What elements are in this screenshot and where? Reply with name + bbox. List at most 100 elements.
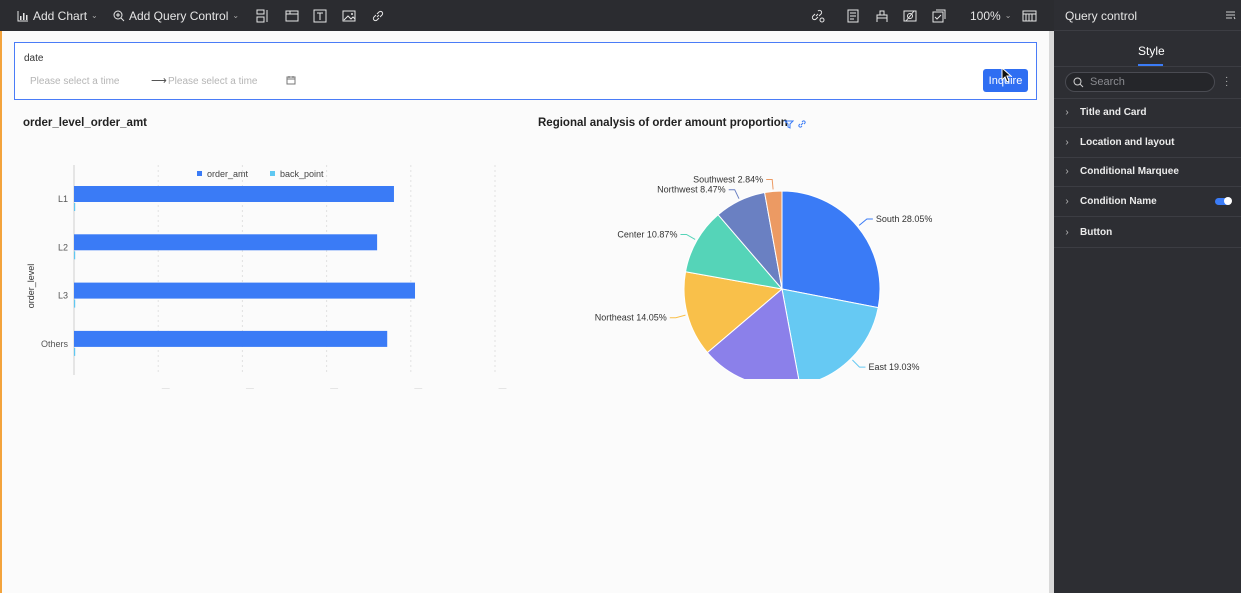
x-tick-label: 400万 — [399, 388, 423, 389]
legend-swatch — [197, 171, 202, 176]
bar-order-amt — [74, 234, 378, 251]
pie-leader-line — [852, 359, 866, 368]
legend-label: order_amt — [207, 169, 249, 179]
canvas-left-border — [0, 31, 2, 593]
x-tick-label: 500万 — [483, 388, 507, 389]
section-title-and-card[interactable]: › Title and Card — [1054, 98, 1241, 128]
query-field-label: date — [24, 53, 44, 64]
chevron-down-icon: ⌄ — [91, 11, 98, 20]
condition-name-toggle[interactable] — [1215, 197, 1232, 205]
pie-slice-label: South 28.05% — [876, 214, 933, 224]
image-tool-button[interactable] — [342, 0, 356, 31]
section-label: Title and Card — [1080, 107, 1147, 118]
keyboard-button[interactable] — [1022, 0, 1037, 31]
hide-button[interactable] — [903, 0, 917, 31]
filter-icon[interactable] — [784, 119, 794, 129]
tab-icon — [285, 10, 299, 21]
chevron-right-icon: › — [1065, 227, 1069, 238]
x-tick-label: 200万 — [230, 388, 254, 389]
calendar-icon[interactable] — [286, 75, 296, 85]
checkbox-icon — [932, 9, 946, 22]
document-icon — [847, 9, 859, 22]
panel-search-input[interactable]: Search — [1065, 72, 1215, 92]
section-conditional-marquee[interactable]: › Conditional Marquee — [1054, 157, 1241, 187]
y-axis-title: order_level — [26, 264, 36, 309]
start-time-input[interactable]: Please select a time — [30, 76, 120, 87]
section-condition-name[interactable]: › Condition Name — [1054, 187, 1241, 217]
report-button[interactable] — [846, 0, 860, 31]
collapse-panel-icon[interactable] — [1225, 11, 1236, 21]
y-tick-label: Others — [41, 339, 69, 349]
search-icon — [1073, 77, 1084, 87]
pie-slice-label: Northwest 8.47% — [657, 185, 726, 195]
section-button[interactable]: › Button — [1054, 218, 1241, 248]
bar-back-point — [74, 347, 76, 356]
check-button[interactable] — [932, 0, 946, 31]
zoom-select[interactable]: 100% ⌄ — [970, 0, 1011, 31]
divider — [1054, 66, 1241, 67]
bar-order-amt — [74, 330, 388, 347]
pie-slice-label: East 19.03% — [868, 362, 919, 372]
link-icon[interactable] — [797, 119, 807, 129]
bar-back-point — [74, 203, 76, 211]
bar-order-amt — [74, 186, 394, 202]
text-tool-button[interactable] — [313, 0, 327, 31]
chevron-down-icon: ⌄ — [1004, 11, 1012, 20]
top-toolbar: Add Chart ⌄ Add Query Control ⌄ 100% ⌄ — [0, 0, 1054, 31]
bar-order-amt — [74, 282, 416, 299]
add-chart-button[interactable]: Add Chart ⌄ — [17, 0, 98, 31]
pie-leader-line — [728, 189, 740, 199]
layout-icon — [256, 9, 268, 22]
pie-leader-line — [669, 314, 686, 319]
x-tick-label: 300万 — [315, 388, 339, 389]
x-tick-label: 0 — [71, 388, 76, 389]
add-query-control-label: Add Query Control — [129, 8, 229, 23]
linkage-button[interactable] — [811, 0, 825, 31]
eye-off-icon — [903, 10, 917, 21]
image-icon — [342, 10, 356, 21]
link-icon — [372, 10, 384, 21]
pie-chart-title: Regional analysis of order amount propor… — [538, 117, 788, 129]
side-panel: Query control Style Search · · · › Title an… — [1054, 0, 1241, 593]
more-options-icon[interactable]: · · · — [1225, 73, 1228, 91]
keyboard-icon — [1022, 10, 1037, 21]
pie-leader-line — [680, 233, 696, 240]
bar-chart-title: order_level_order_amt — [23, 117, 148, 129]
tab-style[interactable]: Style — [1138, 44, 1165, 58]
pie-leader-line — [858, 218, 873, 226]
legend-label: back_point — [280, 169, 324, 179]
pie-slice-label: Southwest 2.84% — [693, 174, 763, 184]
pie-chart: South 28.05%East 19.03%North 16.69%North… — [595, 174, 933, 379]
theme-button[interactable] — [875, 0, 889, 31]
arrow-right-icon: ⟶ — [151, 75, 167, 87]
add-chart-label: Add Chart — [33, 8, 88, 23]
pie-slice-label: Northeast 14.05% — [595, 313, 667, 323]
link-tool-button[interactable] — [371, 0, 385, 31]
search-plus-icon — [113, 10, 125, 21]
chevron-down-icon: ⌄ — [232, 11, 240, 20]
chevron-right-icon: › — [1065, 196, 1069, 207]
y-tick-label: L3 — [58, 291, 68, 301]
section-location-and-layout[interactable]: › Location and layout — [1054, 128, 1241, 158]
add-query-control-button[interactable]: Add Query Control ⌄ — [113, 0, 239, 31]
section-label: Location and layout — [1080, 137, 1175, 148]
text-icon — [313, 9, 327, 22]
section-label: Button — [1080, 227, 1113, 238]
link-settings-icon — [811, 9, 825, 22]
tab-tool-button[interactable] — [285, 0, 299, 31]
y-tick-label: L1 — [58, 194, 68, 204]
end-time-input[interactable]: Please select a time — [168, 76, 258, 87]
divider — [1054, 30, 1241, 31]
pie-slice — [781, 190, 881, 309]
legend-swatch — [270, 171, 275, 176]
bar-back-point — [74, 251, 76, 260]
building-icon — [876, 10, 888, 22]
bar-chart: 0 100万 200万 300万 400万 500万 order_amt back_point… — [26, 165, 507, 389]
layout-tool-button[interactable] — [256, 0, 270, 31]
query-control-card[interactable]: date Please select a time ⟶ Please selec… — [14, 42, 1037, 100]
bar-chart-icon — [17, 10, 28, 21]
zoom-value: 100% — [970, 8, 1001, 23]
section-label: Conditional Marquee — [1080, 166, 1179, 177]
side-panel-title: Query control — [1065, 9, 1138, 23]
pie-slice-label: Center 10.87% — [617, 229, 677, 239]
